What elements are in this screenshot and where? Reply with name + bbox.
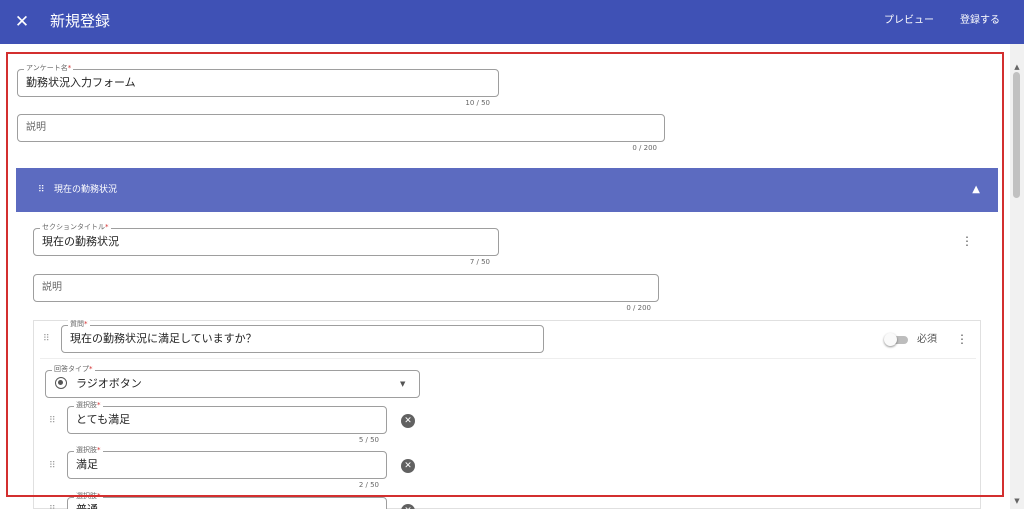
choice-field[interactable]: 選択肢* 満足 [67, 446, 387, 479]
drag-handle-icon[interactable]: ⠿ [49, 503, 56, 509]
drag-handle-icon[interactable]: ⠿ [49, 414, 56, 428]
section-title-counter: 7 / 50 [469, 258, 490, 266]
scrollbar-thumb[interactable] [1013, 72, 1020, 198]
choice-counter: 5 / 50 [358, 436, 379, 444]
remove-choice-icon[interactable]: ✕ [401, 414, 415, 428]
app-bar: ✕ 新規登録 プレビュー 登録する [0, 0, 1024, 44]
survey-name-counter: 10 / 50 [465, 99, 490, 107]
dropdown-arrow-icon[interactable]: ▼ [400, 379, 405, 389]
page-title: 新規登録 [50, 12, 111, 30]
choice-field[interactable]: 選択肢* とても満足 [67, 401, 387, 434]
choice-label: 選択肢* [74, 401, 103, 410]
toggle-knob [884, 333, 897, 346]
survey-name-label: アンケート名* [24, 64, 74, 73]
question-more-icon[interactable]: ⋮ [956, 331, 968, 347]
register-button[interactable]: 登録する [960, 14, 1000, 28]
required-label: 必須 [917, 334, 937, 345]
divider [40, 358, 976, 359]
answer-type-select[interactable]: 回答タイプ* ラジオボタン [45, 365, 420, 398]
section-description-counter: 0 / 200 [626, 304, 651, 312]
drag-handle-icon[interactable]: ⠿ [38, 182, 45, 198]
required-toggle[interactable] [884, 333, 910, 347]
answer-type-label: 回答タイプ* [52, 365, 95, 374]
drag-handle-icon[interactable]: ⠿ [43, 332, 50, 346]
survey-name-value: 勤務状況入力フォーム [26, 76, 136, 89]
survey-name-field[interactable]: アンケート名* 勤務状況入力フォーム [17, 64, 499, 97]
preview-button[interactable]: プレビュー [884, 14, 934, 28]
scrollbar[interactable]: ▲ ▼ [1010, 44, 1024, 509]
choice-value: とても満足 [76, 413, 131, 426]
section-title-label: セクションタイトル* [40, 223, 111, 232]
scroll-up-icon[interactable]: ▲ [1012, 62, 1022, 72]
section-description-field[interactable]: 説明 [33, 274, 659, 302]
choice-counter: 2 / 50 [358, 481, 379, 489]
remove-choice-icon[interactable]: ✕ [401, 459, 415, 473]
section-more-icon[interactable]: ⋮ [961, 233, 973, 249]
survey-description-field[interactable]: 説明 [17, 114, 665, 142]
scroll-down-icon[interactable]: ▼ [1012, 496, 1022, 506]
section-title-value: 現在の勤務状況 [42, 235, 119, 248]
section-description-placeholder: 説明 [42, 282, 62, 293]
close-icon[interactable]: ✕ [12, 10, 32, 34]
section-title-field[interactable]: セクションタイトル* 現在の勤務状況 [33, 223, 499, 256]
section-header-title: 現在の勤務状況 [54, 185, 118, 195]
section-header[interactable]: ⠿ 現在の勤務状況 ▲ [16, 168, 998, 212]
survey-description-counter: 0 / 200 [632, 144, 657, 152]
choice-value: 普通 [76, 503, 98, 509]
chevron-up-icon[interactable]: ▲ [972, 182, 980, 198]
drag-handle-icon[interactable]: ⠿ [49, 459, 56, 473]
question-value: 現在の勤務状況に満足していますか？ [70, 332, 257, 345]
choice-label: 選択肢* [74, 446, 103, 455]
choice-field[interactable]: 選択肢* 普通 [67, 492, 387, 509]
choice-label: 選択肢* [74, 492, 103, 501]
question-label: 質問* [68, 320, 90, 329]
question-text-field[interactable]: 質問* 現在の勤務状況に満足していますか？ [61, 320, 544, 353]
answer-type-value: ラジオボタン [76, 377, 142, 390]
radio-button-icon [55, 377, 67, 389]
choice-value: 満足 [76, 458, 98, 471]
survey-description-placeholder: 説明 [26, 122, 46, 133]
